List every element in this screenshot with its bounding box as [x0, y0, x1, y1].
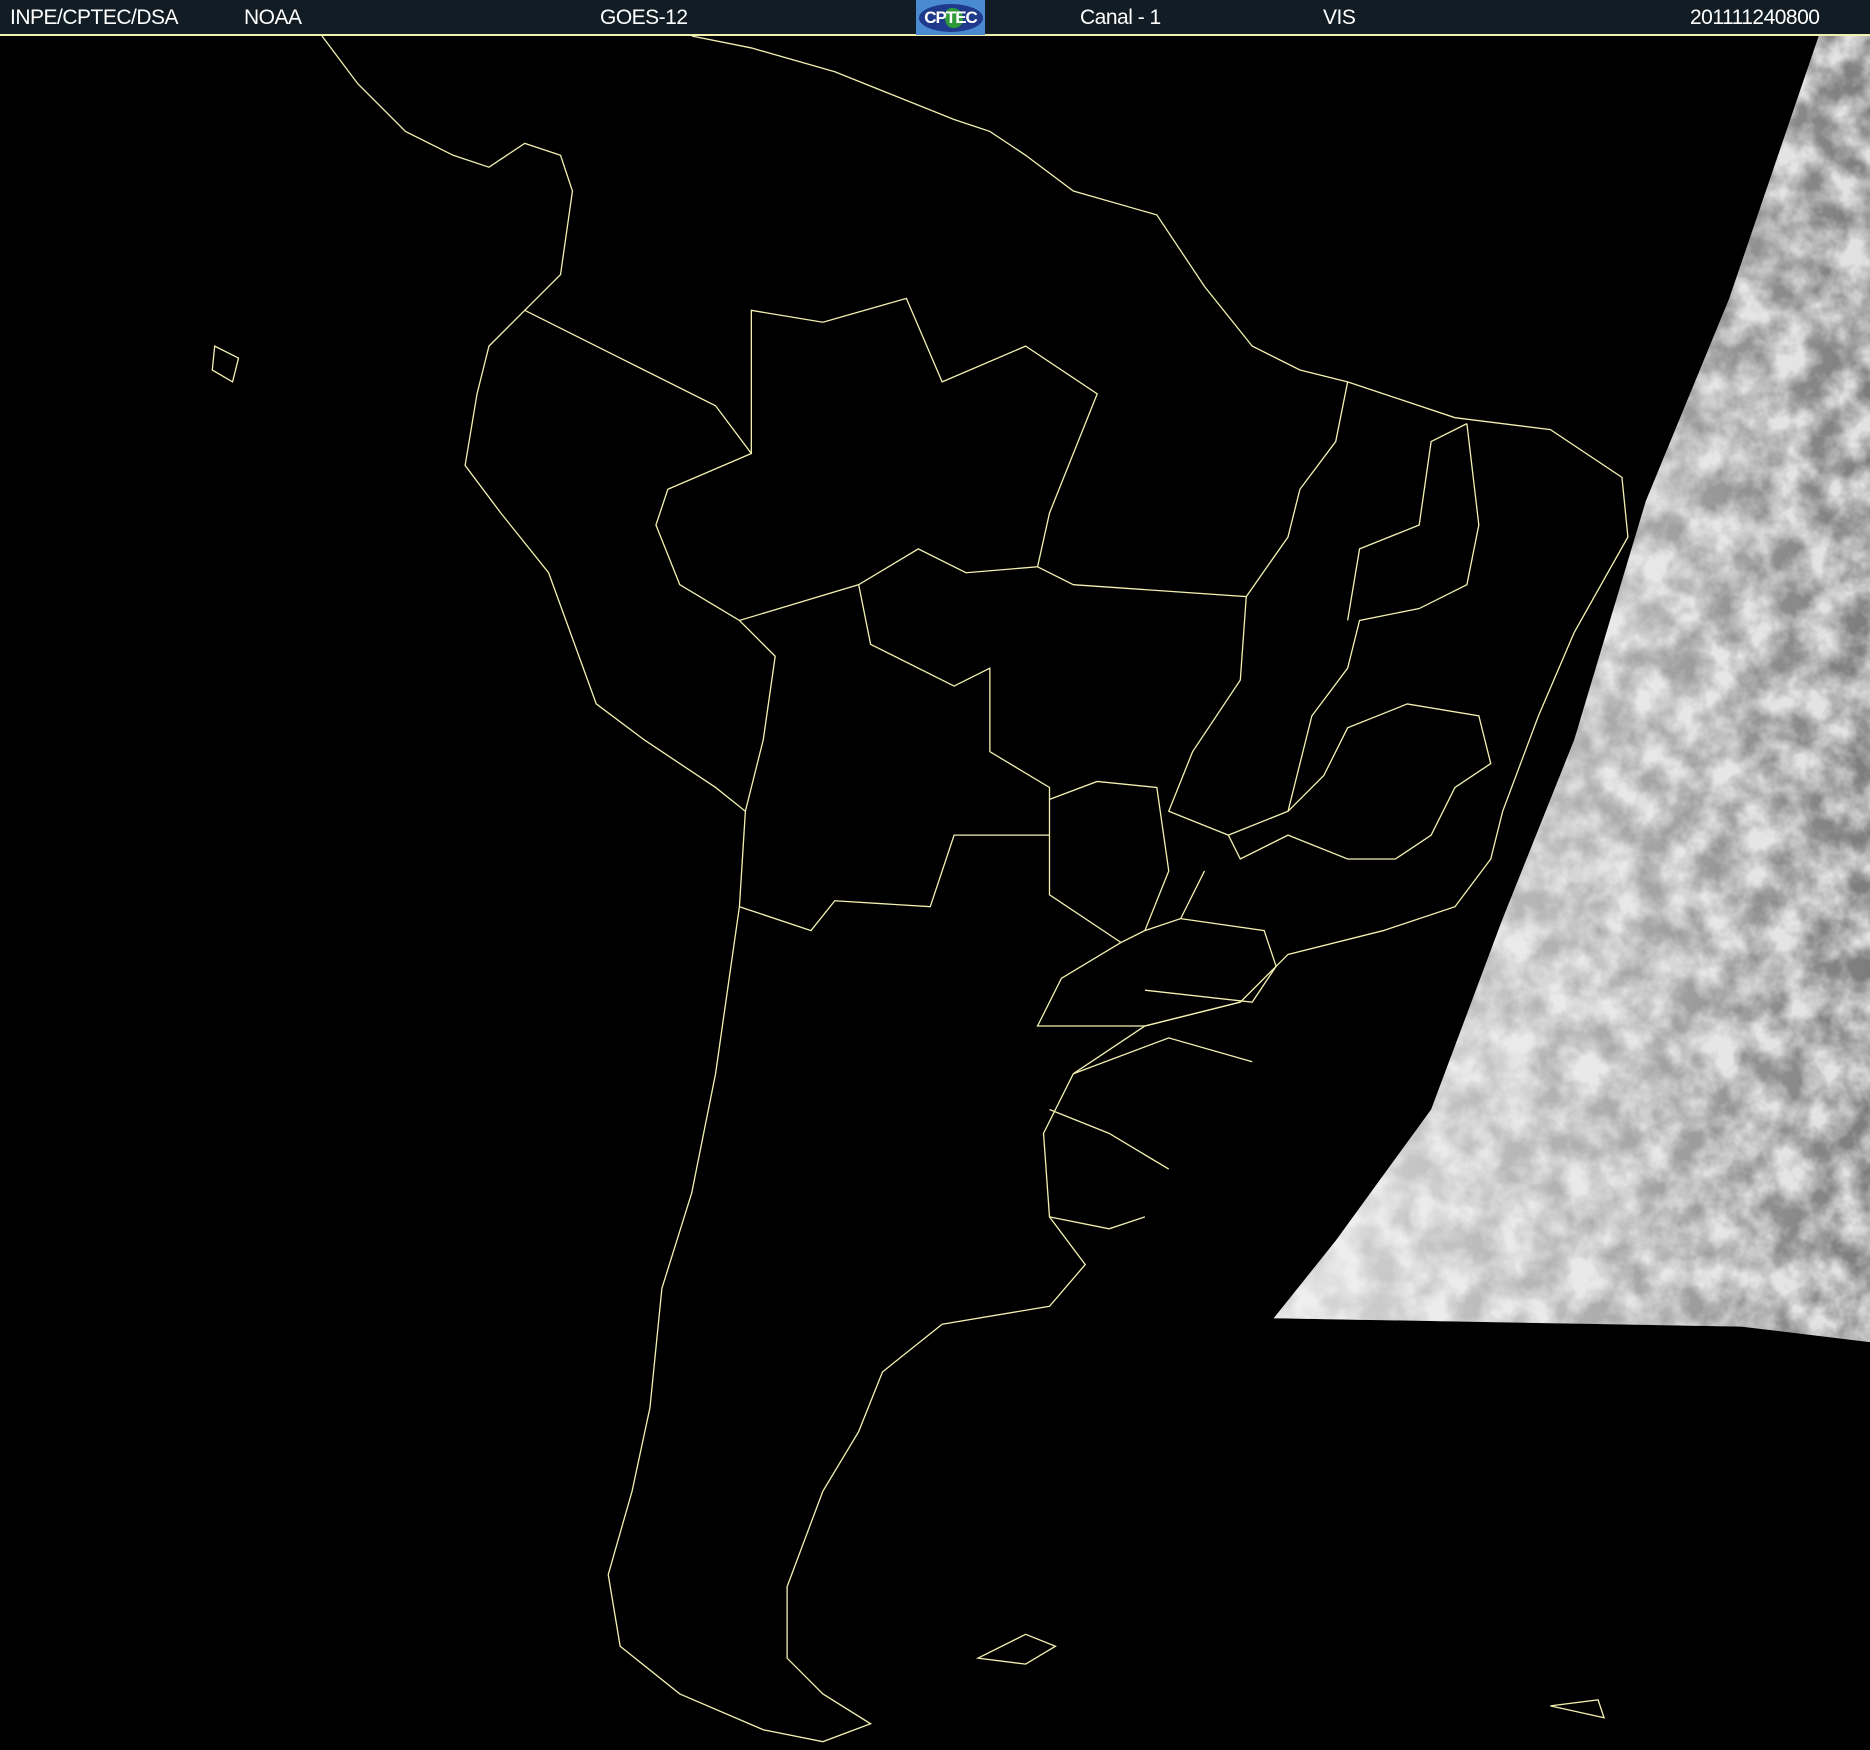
channel-label: Canal - 1 [1080, 6, 1161, 29]
coastline [321, 36, 1629, 1743]
band-label: VIS [1323, 6, 1356, 29]
map-outlines [211, 36, 1629, 1743]
satellite-label: GOES-12 [600, 6, 688, 29]
institution-label: INPE/CPTEC/DSA [10, 6, 179, 29]
cloud-imagery [1273, 36, 1870, 1343]
satellite-map [211, 36, 1870, 1743]
cptec-logo: CPTEC [916, 0, 985, 35]
islands [211, 345, 1606, 1719]
country-borders [524, 297, 1492, 1230]
timestamp-label: 201111240800 [1690, 6, 1820, 29]
agency-label: NOAA [244, 6, 302, 29]
header-bar: INPE/CPTEC/DSA NOAA GOES-12 CPTEC Canal … [0, 0, 1870, 36]
